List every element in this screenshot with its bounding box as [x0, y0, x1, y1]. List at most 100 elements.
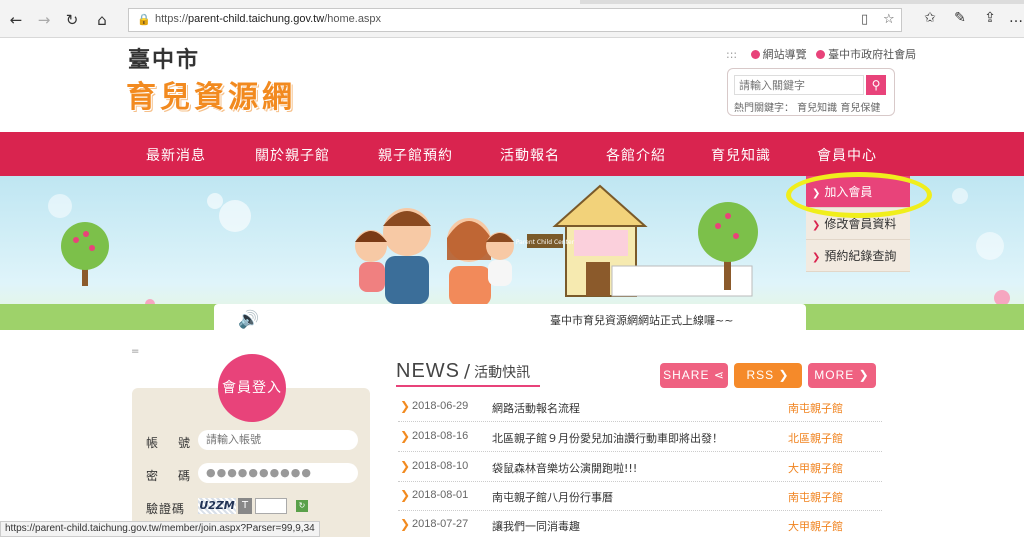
- url-domain: parent-child.taichung.gov.tw: [188, 13, 325, 25]
- nav-about[interactable]: 關於親子館: [255, 145, 330, 165]
- menu-edit-profile-label: 修改會員資料: [824, 217, 897, 231]
- search-icon: ⚲: [871, 78, 881, 92]
- search-button[interactable]: ⚲: [866, 75, 886, 95]
- login-title: 會員登入: [218, 354, 286, 422]
- news-source: 北區親子館: [788, 432, 843, 445]
- nav-parenting-knowledge[interactable]: 育兒知識: [711, 145, 771, 165]
- nav-booking[interactable]: 親子館預約: [378, 145, 453, 165]
- dot-icon: [750, 50, 760, 59]
- news-row[interactable]: ❯ 2018-08-10 袋鼠森林音樂坊公演開跑啦!!! 大甲親子館: [398, 452, 882, 482]
- url-text: https://parent-child.taichung.gov.tw/hom…: [155, 13, 381, 25]
- nav-branches[interactable]: 各館介紹: [606, 145, 666, 165]
- rss-button[interactable]: RSS ❯: [734, 363, 802, 388]
- social-bureau-link[interactable]: 臺中市政府社會局: [828, 48, 916, 61]
- lock-icon: 🔒: [137, 13, 151, 26]
- news-date: 2018-08-01: [412, 489, 469, 501]
- chevron-right-icon: ❯: [400, 488, 411, 502]
- news-title-link[interactable]: 讓我們一同消毒趣: [492, 518, 580, 534]
- share-label: SHARE: [663, 368, 710, 382]
- chevron-right-icon: ❯: [400, 517, 411, 531]
- news-date: 2018-08-16: [412, 430, 469, 442]
- chevron-right-icon: ❯: [812, 252, 821, 263]
- password-label: 密 碼: [146, 469, 195, 483]
- url-scheme: https://: [155, 13, 189, 25]
- marquee-message[interactable]: 臺中市育兒資源網網站正式上線囉~~: [550, 312, 733, 328]
- nav-activity-signup[interactable]: 活動報名: [500, 145, 560, 165]
- main-nav: 最新消息 關於親子館 親子館預約 活動報名 各館介紹 育兒知識 會員中心: [0, 132, 1024, 176]
- news-date: 2018-08-10: [412, 460, 469, 472]
- more-button[interactable]: MORE ❯: [808, 363, 876, 388]
- favorites-icon[interactable]: ✩: [920, 10, 940, 30]
- rss-label: RSS: [746, 368, 775, 382]
- news-source: 大甲親子館: [788, 520, 843, 533]
- captcha-input[interactable]: [255, 498, 287, 514]
- chevron-right-icon: ❯: [858, 368, 870, 382]
- nav-latest-news[interactable]: 最新消息: [146, 145, 206, 165]
- search-box: ⚲ 熱門關鍵字： 育兒知識 育兒保健: [727, 68, 895, 116]
- news-underline: [396, 385, 540, 387]
- nav-member-center[interactable]: 會員中心: [817, 145, 877, 165]
- chevron-right-icon: ❯: [812, 220, 821, 231]
- news-source: 大甲親子館: [788, 462, 843, 475]
- logo-site-name[interactable]: 育兒資源網: [126, 72, 296, 116]
- news-title-link[interactable]: 袋鼠森林音樂坊公演開跑啦!!!: [492, 460, 637, 476]
- reading-view-icon[interactable]: ▯: [861, 12, 868, 27]
- news-title-link[interactable]: 北區親子館９月份愛兒加油讚行動車即將出發！: [492, 430, 723, 446]
- forward-icon[interactable]: →: [34, 10, 54, 30]
- speaker-icon: 🔊: [238, 310, 260, 330]
- captcha-image: U2ZM: [198, 498, 236, 514]
- tab-strip: [0, 0, 1024, 4]
- refresh-captcha-icon[interactable]: ↻: [296, 500, 308, 512]
- password-input[interactable]: ●●●●●●●●●●: [198, 463, 358, 483]
- back-icon[interactable]: ←: [6, 10, 26, 30]
- logo-city[interactable]: 臺中市: [128, 42, 200, 74]
- browser-status-bar: https://parent-child.taichung.gov.tw/mem…: [0, 521, 320, 537]
- captcha-label: 驗證碼: [146, 502, 186, 516]
- share-button[interactable]: SHARE ⋖: [660, 363, 728, 388]
- menu-booking-records[interactable]: ❯ 預約紀錄查詢: [806, 240, 910, 272]
- menu-booking-records-label: 預約紀錄查詢: [824, 249, 897, 263]
- address-bar[interactable]: 🔒 https://parent-child.taichung.gov.tw/h…: [128, 8, 902, 32]
- sitemap-link[interactable]: 網站導覽: [763, 48, 807, 61]
- house-sign-text: Parent Child Center: [516, 239, 575, 246]
- account-label: 帳 號: [146, 436, 195, 450]
- refresh-icon[interactable]: ↻: [62, 10, 82, 30]
- favorite-star-icon[interactable]: ☆: [883, 12, 895, 27]
- site-header: 臺中市 育兒資源網 ::: 網站導覽 臺中市政府社會局 ⚲ 熱門關鍵字： 育兒知…: [0, 38, 1024, 132]
- url-path: /home.aspx: [324, 13, 382, 25]
- accesskey-marker[interactable]: :::: [726, 48, 737, 61]
- hot-keywords[interactable]: 熱門關鍵字： 育兒知識 育兒保健: [734, 99, 880, 114]
- news-heading: NEWS / 活動快訊: [396, 360, 530, 383]
- search-input[interactable]: [734, 75, 864, 95]
- news-title-link[interactable]: 南屯親子館八月份行事曆: [492, 489, 613, 505]
- news-row[interactable]: ❯ 2018-07-27 讓我們一同消毒趣 大甲親子館: [398, 510, 882, 537]
- more-icon[interactable]: …: [1006, 10, 1024, 30]
- news-row[interactable]: ❯ 2018-06-29 網路活動報名流程 南屯親子館: [398, 392, 882, 422]
- small-marker: =: [131, 346, 140, 357]
- pen-icon[interactable]: ✎: [950, 10, 970, 30]
- browser-toolbar: ← → ↻ ⌂ 🔒 https://parent-child.taichung.…: [0, 0, 1024, 38]
- news-date: 2018-07-27: [412, 518, 469, 530]
- active-tab[interactable]: [0, 0, 580, 4]
- chevron-right-icon: ❯: [400, 429, 411, 443]
- chevron-right-icon: ❯: [778, 368, 790, 382]
- yellow-highlight-circle: [786, 172, 932, 218]
- news-source: 南屯親子館: [788, 491, 843, 504]
- chevron-right-icon: ❯: [400, 399, 411, 413]
- share-icon[interactable]: ⇪: [980, 10, 1000, 30]
- share-icon: ⋖: [713, 368, 725, 382]
- chevron-right-icon: ❯: [400, 459, 411, 473]
- more-label: MORE: [814, 368, 855, 382]
- news-title-link[interactable]: 網路活動報名流程: [492, 400, 580, 416]
- top-links: ::: 網站導覽 臺中市政府社會局: [726, 46, 916, 62]
- home-icon[interactable]: ⌂: [92, 10, 112, 30]
- news-title-zh: 活動快訊: [474, 365, 531, 381]
- account-input[interactable]: 請輸入帳號: [198, 430, 358, 450]
- news-row[interactable]: ❯ 2018-08-16 北區親子館９月份愛兒加油讚行動車即將出發！ 北區親子館: [398, 422, 882, 452]
- news-source: 南屯親子館: [788, 402, 843, 415]
- news-title-en: NEWS: [396, 360, 460, 382]
- news-row[interactable]: ❯ 2018-08-01 南屯親子館八月份行事曆 南屯親子館: [398, 481, 882, 511]
- title-slash: /: [464, 361, 471, 382]
- news-date: 2018-06-29: [412, 400, 469, 412]
- captcha-audio-button[interactable]: T: [238, 498, 252, 514]
